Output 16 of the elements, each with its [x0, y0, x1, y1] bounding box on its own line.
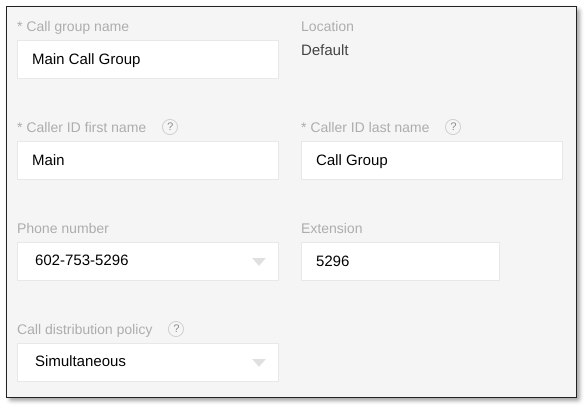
field-label: * Caller ID last name — [301, 118, 430, 136]
dropdown[interactable]: Simultaneous — [17, 343, 279, 382]
field-label: * Call group name — [17, 16, 130, 36]
field-label: Call distribution policy — [17, 320, 152, 339]
field-label: Extension — [301, 218, 362, 238]
dropdown[interactable]: 602-753-5296 — [17, 242, 279, 281]
location-value: Default — [301, 41, 349, 61]
field-label: * Caller ID first name — [17, 118, 146, 136]
text-field[interactable]: Main Call Group — [17, 40, 279, 79]
caret-icon — [252, 258, 266, 266]
text-field[interactable]: Main — [17, 141, 279, 180]
field-label: Phone number — [17, 218, 109, 238]
text-field[interactable]: 5296 — [301, 242, 500, 281]
caret-icon — [252, 358, 266, 366]
field-label: Location — [301, 16, 354, 36]
text-field[interactable]: Call Group — [301, 141, 563, 180]
